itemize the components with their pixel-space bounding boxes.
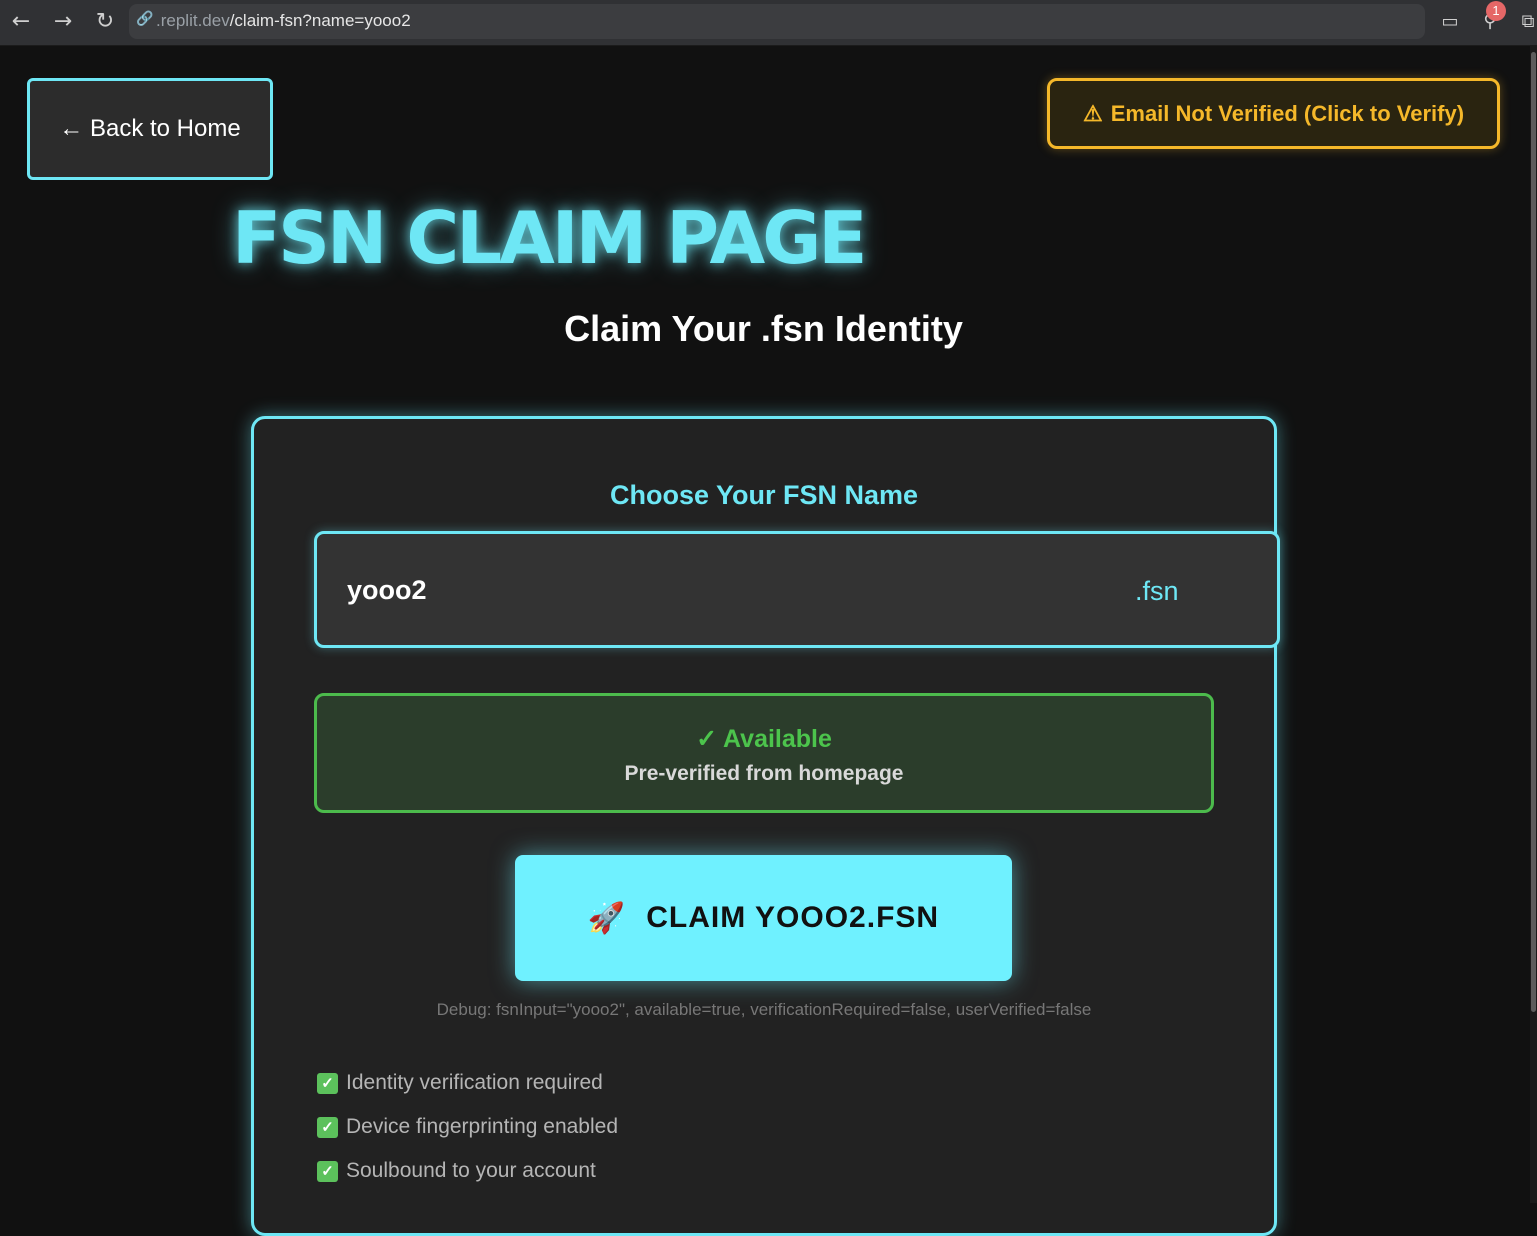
forward-arrow-icon[interactable]: → [48, 7, 78, 37]
scrollbar-thumb[interactable] [1531, 52, 1536, 1012]
claim-button-label: CLAIM YOOO2.FSN [646, 901, 940, 934]
fsn-suffix: .fsn [1135, 576, 1179, 606]
cast-icon[interactable]: ▭ [1436, 8, 1464, 36]
availability-status: ✓ Available Pre-verified from homepage [314, 693, 1214, 813]
checkmark-icon: ✓ [317, 1072, 338, 1094]
feature-label: Soulbound to your account [346, 1159, 596, 1182]
email-not-verified-button[interactable]: ⚠ Email Not Verified (Click to Verify) [1047, 78, 1500, 149]
feature-item: ✓ Identity verification required [317, 1071, 603, 1095]
claim-button[interactable]: 🚀 CLAIM YOOO2.FSN [515, 855, 1012, 981]
url-text[interactable]: .replit.dev/claim-fsn?name=yooo2 [156, 11, 411, 31]
checkmark-icon: ✓ [317, 1160, 338, 1182]
back-arrow-icon[interactable]: ← [6, 7, 36, 37]
checkmark-icon: ✓ [317, 1116, 338, 1138]
debug-text: Debug: fsnInput="yooo2", available=true,… [436, 1000, 1092, 1019]
feature-item: ✓ Device fingerprinting enabled [317, 1115, 618, 1139]
url-path: /claim-fsn?name=yooo2 [229, 11, 411, 30]
reload-icon[interactable]: ↻ [90, 7, 120, 37]
feature-label: Device fingerprinting enabled [346, 1115, 619, 1138]
page-subtitle: Claim Your .fsn Identity [564, 308, 963, 349]
fsn-name-input[interactable] [347, 572, 1107, 608]
rocket-icon: 🚀 [587, 901, 627, 935]
warning-icon: ⚠ [1082, 100, 1103, 126]
choose-name-label: Choose Your FSN Name [609, 480, 919, 510]
email-warning-label: Email Not Verified (Click to Verify) [1110, 100, 1465, 126]
availability-title: ✓ Available [696, 725, 832, 753]
notification-badge: 1 [1486, 1, 1506, 21]
feature-item: ✓ Soulbound to your account [317, 1159, 596, 1183]
fsn-name-field[interactable]: .fsn [314, 531, 1280, 648]
availability-subtitle: Pre-verified from homepage [624, 762, 904, 785]
back-to-home-button[interactable]: ← Back to Home [27, 78, 273, 180]
url-host: .replit.dev [156, 11, 230, 30]
open-external-icon[interactable]: ⧉ [1514, 8, 1537, 36]
feature-label: Identity verification required [346, 1071, 603, 1094]
page-title: FSN CLAIM PAGE [232, 196, 867, 280]
link-icon: 🔗 [136, 11, 154, 27]
